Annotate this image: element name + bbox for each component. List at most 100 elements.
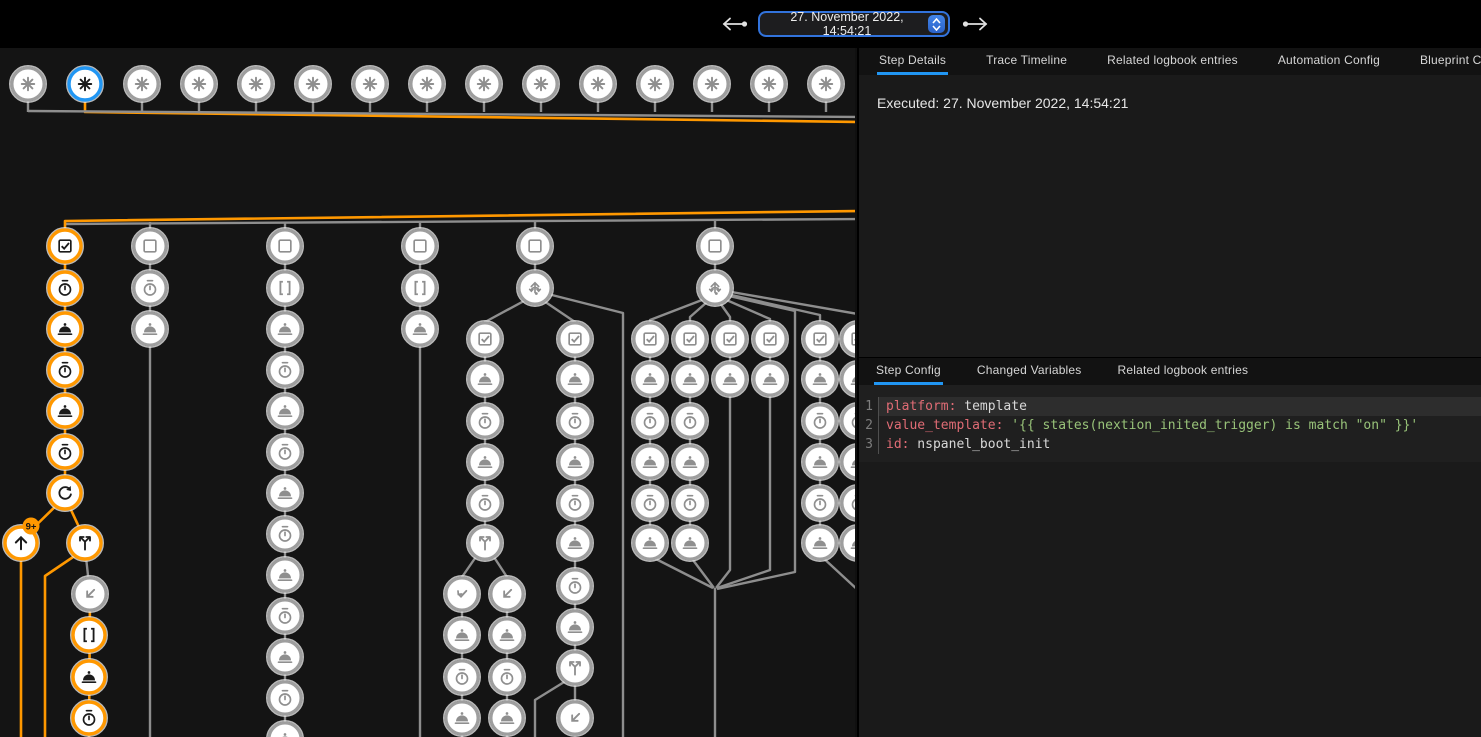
tab-step-details[interactable]: Step Details xyxy=(877,48,948,75)
asterisk-node[interactable] xyxy=(181,66,217,102)
timer-node[interactable] xyxy=(489,659,525,695)
cloche-node[interactable] xyxy=(489,700,525,736)
cloche-node[interactable] xyxy=(444,700,480,736)
cloche-node[interactable] xyxy=(444,617,480,653)
timer-node[interactable] xyxy=(267,352,303,388)
code-line-2[interactable]: 2value_template: '{{ states(nextion_init… xyxy=(859,416,1481,435)
timer-node[interactable] xyxy=(557,568,593,604)
timer-node[interactable] xyxy=(71,700,107,736)
brackets-node[interactable] xyxy=(71,617,107,653)
asterisk-node[interactable] xyxy=(580,66,616,102)
timer-node[interactable] xyxy=(467,485,503,521)
timer-node[interactable] xyxy=(632,485,668,521)
asterisk-node[interactable] xyxy=(10,66,46,102)
cloche-node[interactable] xyxy=(802,361,838,397)
cloche-node[interactable] xyxy=(557,361,593,397)
cloche-node[interactable] xyxy=(672,361,708,397)
timer-node[interactable] xyxy=(267,680,303,716)
asterisk-node[interactable] xyxy=(67,66,103,102)
timer-node[interactable] xyxy=(267,516,303,552)
tab-related-logbook-entries[interactable]: Related logbook entries xyxy=(1105,48,1240,75)
checkbox-marked-node[interactable] xyxy=(802,321,838,357)
cloche-node[interactable] xyxy=(267,557,303,593)
trace-run-select[interactable]: 27. November 2022, 14:54:21 xyxy=(758,11,950,37)
checkbox-marked-node[interactable] xyxy=(840,321,855,357)
code-line-1[interactable]: 1platform: template xyxy=(859,397,1481,416)
timer-node[interactable] xyxy=(47,352,83,388)
timer-node[interactable] xyxy=(802,403,838,439)
arrow-bottom-left-node[interactable] xyxy=(557,700,593,736)
cloche-node[interactable] xyxy=(672,525,708,561)
asterisk-node[interactable] xyxy=(808,66,844,102)
timer-node[interactable] xyxy=(444,659,480,695)
asterisk-node[interactable] xyxy=(238,66,274,102)
cloche-node[interactable] xyxy=(712,361,748,397)
arrow-decision-node[interactable] xyxy=(697,270,733,306)
cloche-node[interactable] xyxy=(467,361,503,397)
cloche-node[interactable] xyxy=(840,361,855,397)
checkbox-blank-node[interactable] xyxy=(402,228,438,264)
cloche-node[interactable] xyxy=(752,361,788,397)
cloche-node[interactable] xyxy=(632,444,668,480)
call-split-node[interactable] xyxy=(67,525,103,561)
brackets-node[interactable] xyxy=(267,270,303,306)
arrow-bottom-left-node[interactable] xyxy=(72,576,108,612)
cloche-node[interactable] xyxy=(632,361,668,397)
tab-changed-variables[interactable]: Changed Variables xyxy=(975,358,1084,385)
tab-blueprint-config[interactable]: Blueprint Config xyxy=(1418,48,1481,75)
code-line-3[interactable]: 3id: nspanel_boot_init xyxy=(859,435,1481,454)
cloche-node[interactable] xyxy=(47,311,83,347)
asterisk-node[interactable] xyxy=(409,66,445,102)
checkbox-marked-node[interactable] xyxy=(712,321,748,357)
asterisk-node[interactable] xyxy=(523,66,559,102)
arrow-bottom-left-node[interactable] xyxy=(489,576,525,612)
cloche-node[interactable] xyxy=(402,311,438,347)
cloche-node[interactable] xyxy=(557,609,593,645)
timer-node[interactable] xyxy=(557,485,593,521)
call-split-node[interactable] xyxy=(557,650,593,686)
call-split-node[interactable] xyxy=(467,525,503,561)
cloche-node[interactable] xyxy=(489,617,525,653)
cloche-node[interactable] xyxy=(71,659,107,695)
cloche-node[interactable] xyxy=(802,444,838,480)
checkbox-marked-node[interactable] xyxy=(47,228,83,264)
asterisk-node[interactable] xyxy=(124,66,160,102)
cloche-node[interactable] xyxy=(267,311,303,347)
asterisk-node[interactable] xyxy=(352,66,388,102)
check-arrow-node[interactable] xyxy=(444,576,480,612)
previous-run-icon[interactable] xyxy=(721,16,749,32)
asterisk-node[interactable] xyxy=(751,66,787,102)
asterisk-node[interactable] xyxy=(694,66,730,102)
cloche-node[interactable] xyxy=(267,475,303,511)
checkbox-blank-node[interactable] xyxy=(517,228,553,264)
refresh-node[interactable] xyxy=(47,475,83,511)
timer-node[interactable] xyxy=(47,434,83,470)
cloche-node[interactable] xyxy=(557,525,593,561)
cloche-node[interactable] xyxy=(267,393,303,429)
arrow-decision-node[interactable] xyxy=(517,270,553,306)
timer-node[interactable] xyxy=(47,270,83,306)
timer-node[interactable] xyxy=(840,485,855,521)
timer-node[interactable] xyxy=(840,403,855,439)
checkbox-blank-node[interactable] xyxy=(697,228,733,264)
cloche-node[interactable] xyxy=(47,393,83,429)
cloche-node[interactable] xyxy=(557,444,593,480)
timer-node[interactable] xyxy=(632,403,668,439)
cloche-node[interactable] xyxy=(632,525,668,561)
cloche-node[interactable] xyxy=(840,444,855,480)
cloche-node[interactable] xyxy=(467,444,503,480)
cloche-node[interactable] xyxy=(802,525,838,561)
timer-node[interactable] xyxy=(267,598,303,634)
tab-related-logbook-entries[interactable]: Related logbook entries xyxy=(1116,358,1251,385)
tab-step-config[interactable]: Step Config xyxy=(874,358,943,385)
checkbox-blank-node[interactable] xyxy=(132,228,168,264)
timer-node[interactable] xyxy=(467,403,503,439)
next-run-icon[interactable] xyxy=(961,16,989,32)
tab-trace-timeline[interactable]: Trace Timeline xyxy=(984,48,1069,75)
timer-node[interactable] xyxy=(132,270,168,306)
step-config-code-editor[interactable]: 1platform: template2value_template: '{{ … xyxy=(859,385,1481,462)
checkbox-marked-node[interactable] xyxy=(467,321,503,357)
cloche-node[interactable] xyxy=(267,721,303,737)
timer-node[interactable] xyxy=(267,434,303,470)
cloche-node[interactable] xyxy=(840,525,855,561)
